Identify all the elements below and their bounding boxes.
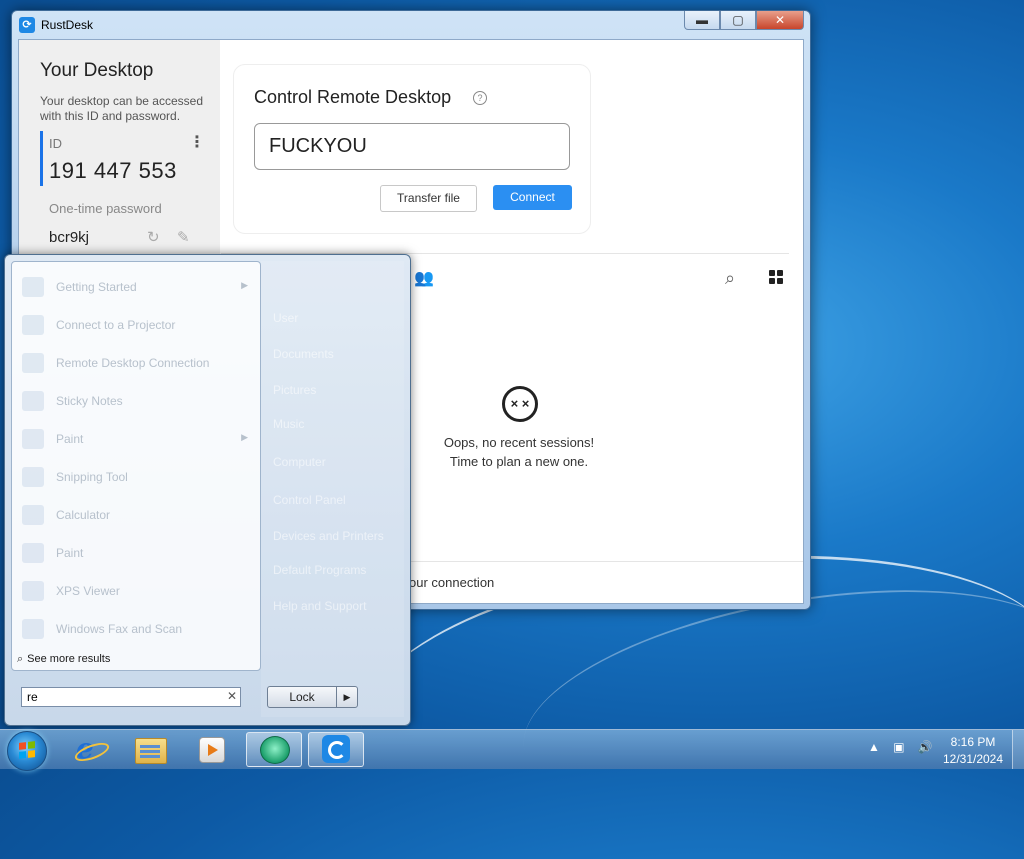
id-value: 191 447 553 <box>49 158 177 183</box>
magnifier-icon: ⌕ <box>17 653 24 665</box>
submenu-arrow-icon: ▶ <box>241 280 248 290</box>
rustdesk-taskbar-icon <box>322 735 350 763</box>
places-item-documents[interactable]: Documents <box>273 347 334 361</box>
taskbar: e ▲ ▣ 🔊 8:16 PM 12/31/2024 <box>0 729 1024 771</box>
title-bar[interactable]: ⟳ RustDesk ▬ ▢ ✕ <box>12 11 810 39</box>
empty-sessions-line-1: Oops, no recent sessions! <box>443 435 595 450</box>
sad-face-icon: × × <box>502 386 538 422</box>
status-text: our connection <box>409 575 495 590</box>
chat-app-icon <box>260 736 290 764</box>
show-desktop-button[interactable] <box>1012 730 1024 769</box>
program-icon <box>22 543 44 563</box>
program-label: Paint <box>56 546 84 560</box>
network-icon[interactable]: ▣ <box>893 740 904 754</box>
windows-logo-icon <box>19 741 35 759</box>
maximize-button[interactable]: ▢ <box>720 11 756 30</box>
see-more-results-link[interactable]: ⌕ See more results <box>17 653 110 666</box>
start-menu-places-pane: User Documents Pictures Music Computer C… <box>261 261 404 717</box>
edit-password-icon[interactable]: ✎ <box>177 228 190 246</box>
program-item[interactable]: Paint <box>18 538 254 568</box>
see-more-results-label: See more results <box>27 653 111 665</box>
volume-icon[interactable]: 🔊 <box>918 740 933 754</box>
program-label: Sticky Notes <box>56 394 123 408</box>
your-desktop-title: Your Desktop <box>40 60 154 81</box>
program-icon <box>22 391 44 411</box>
places-item-control-panel[interactable]: Control Panel <box>273 493 346 507</box>
transfer-file-button[interactable]: Transfer file <box>380 185 477 212</box>
places-item-pictures[interactable]: Pictures <box>273 383 316 397</box>
program-icon <box>22 315 44 335</box>
places-item-computer[interactable]: Computer <box>273 455 326 469</box>
id-more-options-icon[interactable]: ⋮ <box>189 132 205 152</box>
program-label: Getting Started <box>56 280 137 294</box>
password-value: bcr9kj <box>49 229 90 246</box>
system-tray: ▲ ▣ 🔊 <box>868 740 943 754</box>
search-icon[interactable]: ⌕ <box>725 268 735 289</box>
program-item[interactable]: XPS Viewer <box>18 576 254 606</box>
start-menu: Getting Started ▶ Connect to a Projector … <box>4 254 411 726</box>
program-label: Remote Desktop Connection <box>56 356 210 370</box>
program-item[interactable]: Snipping Tool <box>18 462 254 492</box>
control-remote-card: Control Remote Desktop ? Transfer file C… <box>233 64 591 234</box>
id-label: ID <box>49 136 62 151</box>
program-item[interactable]: Remote Desktop Connection <box>18 348 254 378</box>
program-item[interactable]: Windows Fax and Scan <box>18 614 254 644</box>
remote-id-input[interactable] <box>254 123 570 170</box>
places-item-help-support[interactable]: Help and Support <box>273 599 366 613</box>
window-title: RustDesk <box>41 18 94 32</box>
program-label: Paint <box>56 432 84 446</box>
control-remote-title: Control Remote Desktop <box>254 87 452 107</box>
program-label: Calculator <box>56 508 111 522</box>
grid-view-icon[interactable] <box>769 270 783 284</box>
program-icon <box>22 467 44 487</box>
window-controls: ▬ ▢ ✕ <box>684 11 804 30</box>
places-item-default-programs[interactable]: Default Programs <box>273 563 366 577</box>
program-item[interactable]: Connect to a Projector <box>18 310 254 340</box>
start-search-input[interactable] <box>21 687 241 707</box>
places-item-devices-printers[interactable]: Devices and Printers <box>273 529 384 543</box>
program-icon <box>22 581 44 601</box>
places-item-music[interactable]: Music <box>273 417 304 431</box>
address-book-tab-icon[interactable]: 👥 <box>414 268 434 288</box>
empty-sessions-line-2: Time to plan a new one. <box>449 454 589 469</box>
start-menu-programs-pane: Getting Started ▶ Connect to a Projector … <box>11 261 261 671</box>
minimize-button[interactable]: ▬ <box>684 11 720 30</box>
program-item[interactable]: Paint ▶ <box>18 424 254 454</box>
program-item[interactable]: Getting Started ▶ <box>18 272 254 302</box>
program-label: XPS Viewer <box>56 584 120 598</box>
id-accent-bar <box>40 131 43 186</box>
start-button[interactable] <box>7 731 47 771</box>
media-player-icon <box>199 737 225 763</box>
program-icon <box>22 353 44 373</box>
password-label: One-time password <box>49 201 162 216</box>
your-desktop-description: Your desktop can be accessed with this I… <box>40 94 204 123</box>
program-label: Windows Fax and Scan <box>56 622 183 636</box>
clear-search-icon[interactable]: ✕ <box>227 689 237 703</box>
rustdesk-app-icon: ⟳ <box>19 17 35 33</box>
program-icon <box>22 619 44 639</box>
program-item[interactable]: Calculator <box>18 500 254 530</box>
submenu-arrow-icon: ▶ <box>241 432 248 442</box>
program-label: Connect to a Projector <box>56 318 176 332</box>
program-icon <box>22 505 44 525</box>
lock-button[interactable]: Lock <box>267 686 337 708</box>
close-button[interactable]: ✕ <box>756 11 804 30</box>
connect-button[interactable]: Connect <box>493 185 572 210</box>
program-label: Snipping Tool <box>56 470 128 484</box>
help-icon[interactable]: ? <box>473 91 487 105</box>
file-explorer-icon <box>135 738 167 764</box>
program-item[interactable]: Sticky Notes <box>18 386 254 416</box>
clock-time[interactable]: 8:16 PM <box>940 735 1006 749</box>
program-icon <box>22 429 44 449</box>
internet-explorer-icon: e <box>72 735 112 765</box>
program-icon <box>22 277 44 297</box>
places-item-user[interactable]: User <box>273 311 298 325</box>
clock-date[interactable]: 12/31/2024 <box>940 752 1006 766</box>
refresh-password-icon[interactable]: ↻ <box>147 228 160 246</box>
shutdown-options-arrow-icon[interactable]: ▶ <box>336 686 358 708</box>
show-hidden-icon[interactable]: ▲ <box>868 740 880 754</box>
